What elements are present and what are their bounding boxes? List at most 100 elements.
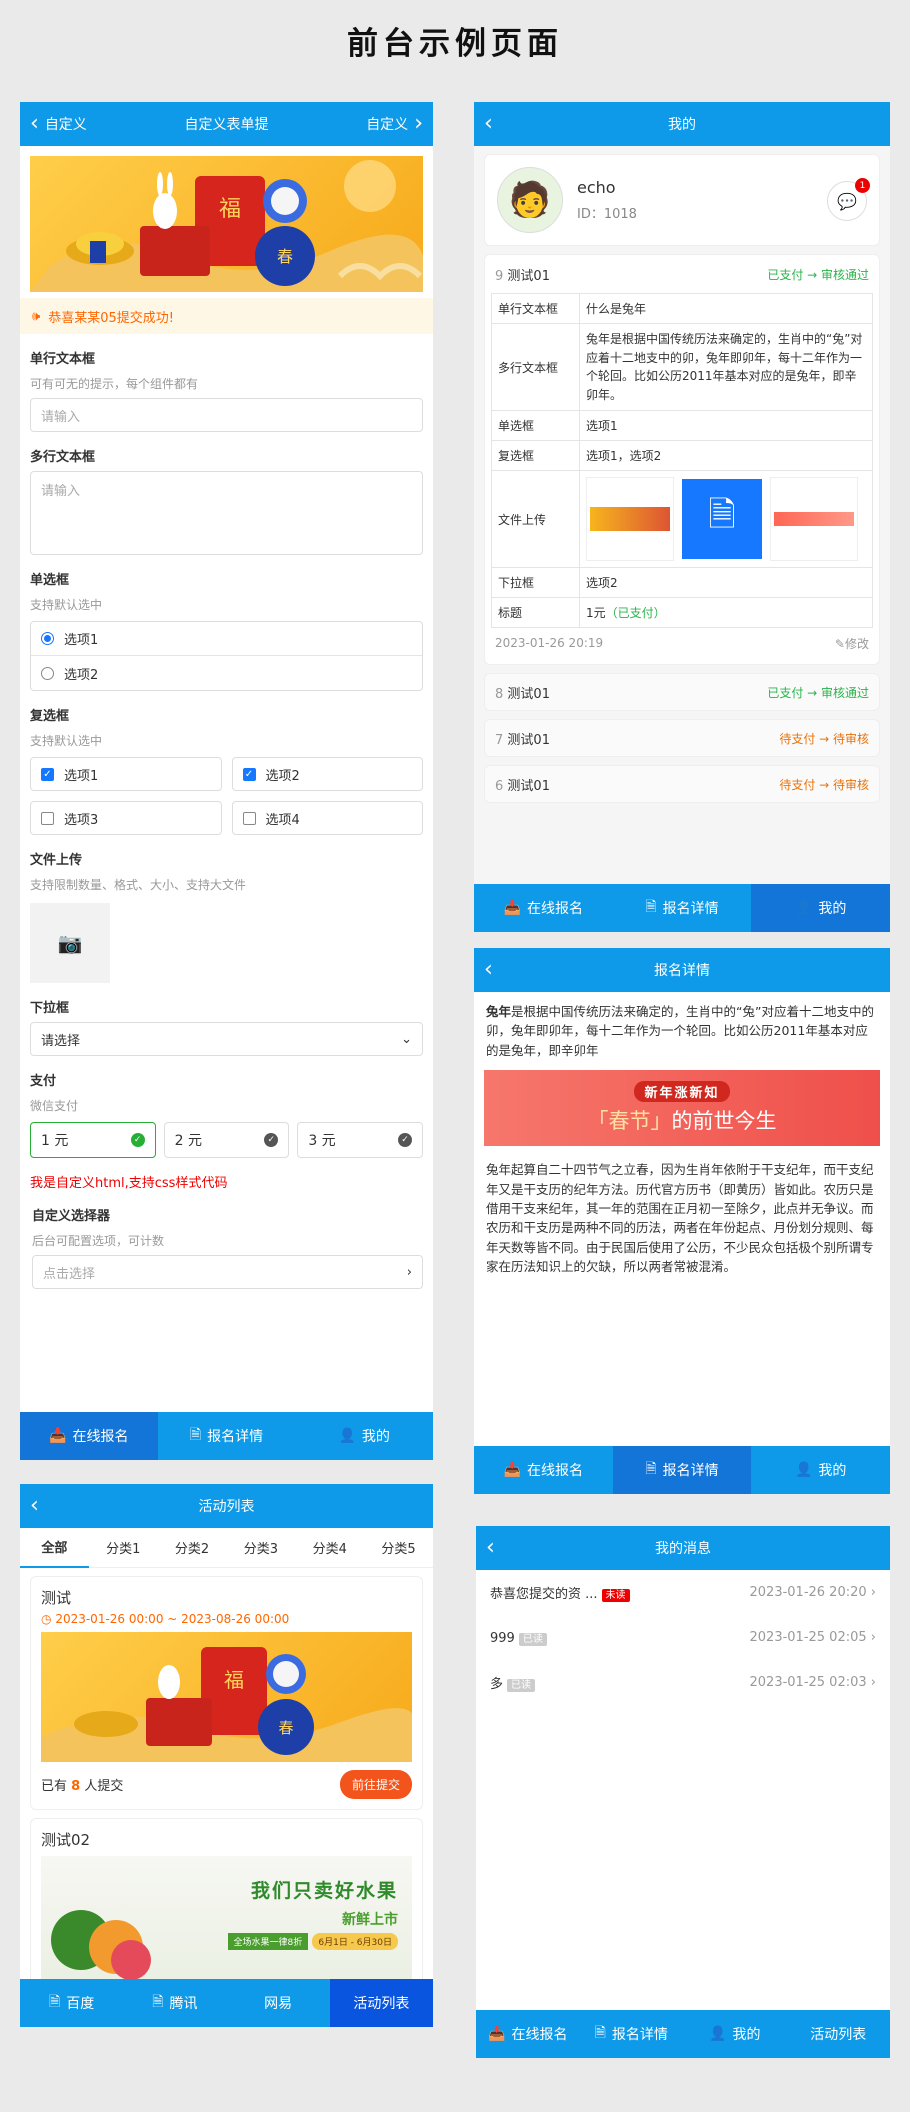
tab-mine[interactable]: 👤 我的 (683, 2010, 787, 2058)
checkbox-group: ✓ 选项1 ✓ 选项2 选项3 选项4 (30, 757, 423, 835)
chat-icon: 💬 (837, 191, 857, 211)
checkbox-option-2[interactable]: ✓ 选项2 (231, 757, 423, 791)
tab-online-signup[interactable]: 📥 在线报名 (20, 1412, 158, 1460)
upload-hint: 支持限制数量、格式、大小、支持大文件 (30, 878, 247, 892)
document-icon: 🗎 (594, 2025, 606, 2041)
message-item[interactable]: 恭喜您提交的资 ... 未读 2023-01-26 20:20 › (476, 1570, 890, 1615)
tab-all[interactable]: 全部 (20, 1527, 89, 1568)
edit-button[interactable]: ✎修改 (835, 635, 869, 652)
tab-mine[interactable]: 👤 我的 (295, 1412, 433, 1460)
table-row: 文件上传 🗎 (491, 470, 873, 569)
tab-signup-detail[interactable]: 🗎 报名详情 (612, 1446, 752, 1494)
message-item[interactable]: 多已读 2023-01-25 02:03 › (476, 1660, 890, 1705)
entry-card[interactable]: 7 测试01 待支付 → 待审核 (484, 719, 880, 758)
tab-category-2[interactable]: 分类2 (158, 1528, 227, 1567)
check-circle-icon: ✓ (264, 1133, 279, 1147)
upload-thumb-2[interactable]: 🗎 (682, 479, 762, 560)
tab-baidu[interactable]: 🗎 百度 (20, 1979, 123, 2027)
mine-header: ‹ 我的 (474, 102, 890, 146)
header-title: 自定义表单提 (184, 117, 269, 133)
tab-mine[interactable]: 👤 我的 (751, 884, 890, 932)
submit-count: 已有 8 人提交 (41, 1779, 124, 1794)
new-year-banner: 福 春 (30, 156, 423, 292)
upload-thumb-3[interactable] (770, 477, 858, 562)
tab-category-3[interactable]: 分类3 (226, 1528, 295, 1567)
upload-button[interactable]: 📷 (30, 903, 110, 983)
entry-card[interactable]: 8 测试01 已支付 → 审核通过 (484, 673, 880, 712)
pay-hint: 微信支付 (30, 1099, 79, 1113)
entry-date: 2023-01-26 20:19 (495, 636, 604, 651)
read-badge: 已读 (507, 1679, 536, 1692)
upload-thumb-1[interactable] (586, 477, 674, 562)
camera-icon: 📷 (57, 931, 83, 955)
tab-category-5[interactable]: 分类5 (364, 1528, 433, 1567)
chevron-left-icon: ‹ (30, 1493, 39, 1518)
tab-signup-detail[interactable]: 🗎 报名详情 (580, 2010, 684, 2058)
chevron-down-icon: ⌄ (401, 1031, 412, 1047)
pay-option-1[interactable]: 1 元 ✓ (30, 1122, 156, 1158)
back-button[interactable]: ‹ (484, 948, 493, 992)
tab-tencent[interactable]: 🗎 腾讯 (123, 1979, 226, 2027)
message-item[interactable]: 999 已读 2023-01-25 02:05 › (476, 1615, 890, 1660)
pay-option-3[interactable]: 3 元 ✓ (297, 1122, 423, 1158)
radio-option-2[interactable]: 选项2 (31, 656, 422, 690)
pay-option-2[interactable]: 2 元 ✓ (163, 1122, 290, 1158)
select-dropdown[interactable]: 请选择 ⌄ (30, 1022, 423, 1056)
multi-text-input[interactable]: 请输入 (30, 471, 423, 555)
custom-html-text: 我是自定义html,支持css样式代码 (30, 1176, 228, 1191)
back-button[interactable]: ‹ (484, 102, 493, 146)
tab-online-signup[interactable]: 📥 在线报名 (474, 884, 613, 932)
status-badge: 待支付 → 待审核 (779, 777, 869, 792)
document-icon: 🗎 (189, 1427, 202, 1443)
chevron-left-icon: ‹ (30, 111, 39, 136)
tab-signup-detail[interactable]: 🗎 报名详情 (613, 884, 752, 932)
tab-online-signup[interactable]: 📥 在线报名 (476, 2010, 580, 2058)
entry-card[interactable]: 6 测试01 待支付 → 待审核 (484, 765, 880, 804)
radio-label: 单选框 (30, 573, 70, 588)
single-text-label: 单行文本框 (30, 352, 96, 367)
checkbox-option-4[interactable]: 选项4 (231, 801, 423, 835)
header-title: 报名详情 (654, 963, 710, 979)
tab-activity-list[interactable]: 活动列表 (787, 2010, 891, 2058)
chevron-right-icon: › (870, 1585, 876, 1600)
avatar: 🧑 (497, 167, 563, 233)
user-icon: 👤 (338, 1428, 356, 1444)
svg-text:福: 福 (224, 1668, 244, 1692)
single-text-input[interactable]: 请输入 (30, 398, 423, 432)
messages-header: ‹ 我的消息 (476, 1526, 890, 1570)
checkbox-option-1[interactable]: ✓ 选项1 (30, 757, 222, 791)
tab-category-1[interactable]: 分类1 (89, 1528, 158, 1567)
back-button[interactable]: ‹ 自定义 (30, 102, 87, 146)
inbox-icon: 📥 (503, 900, 522, 916)
checkbox-hint: 支持默认选中 (30, 734, 103, 748)
document-icon: 🗎 (48, 1994, 61, 2010)
activity-banner: 福 春 (41, 1632, 412, 1762)
detail-header: ‹ 报名详情 (474, 948, 890, 992)
checkbox-option-3[interactable]: 选项3 (30, 801, 222, 835)
back-button[interactable]: ‹ (486, 1526, 495, 1570)
radio-option-1[interactable]: 选项1 (31, 622, 422, 656)
tab-category-4[interactable]: 分类4 (295, 1528, 364, 1567)
back-button[interactable]: ‹ (30, 1484, 39, 1528)
picker-input[interactable]: 点击选择 › (32, 1255, 423, 1289)
header-right-link[interactable]: 自定义 › (366, 102, 423, 146)
tab-mine[interactable]: 👤 我的 (751, 1446, 890, 1494)
header-title: 我的消息 (655, 1541, 711, 1557)
tab-signup-detail[interactable]: 🗎 报名详情 (158, 1412, 296, 1460)
message-button[interactable]: 💬 1 (827, 178, 870, 221)
go-submit-button[interactable]: 前往提交 (339, 1770, 412, 1799)
document-icon: 🗎 (645, 899, 657, 915)
tab-activity-list[interactable]: 活动列表 (329, 1979, 433, 2027)
tab-netease[interactable]: 网易 (227, 1979, 330, 2027)
tab-online-signup[interactable]: 📥 在线报名 (474, 1446, 613, 1494)
spring-festival-banner: 新年涨新知 「春节」的前世今生 (484, 1070, 880, 1147)
activity-screen: ‹ 活动列表 全部 分类1 分类2 分类3 分类4 分类5 测试 ◷ 2023-… (20, 1484, 433, 2027)
document-icon: 🗎 (645, 1461, 657, 1477)
rabbit-banner-image: 福 春 (30, 160, 423, 292)
table-row: 下拉框 选项2 (491, 567, 873, 599)
table-row: 单行文本框 什么是兔年 (491, 293, 873, 324)
chevron-right-icon: › (870, 1675, 876, 1690)
activity-card[interactable]: 测试 ◷ 2023-01-26 00:00 ~ 2023-08-26 00:00… (30, 1576, 423, 1810)
messages-screen: ‹ 我的消息 恭喜您提交的资 ... 未读 2023-01-26 20:20 › … (476, 1526, 890, 2058)
pencil-icon: ✎ (834, 636, 845, 651)
